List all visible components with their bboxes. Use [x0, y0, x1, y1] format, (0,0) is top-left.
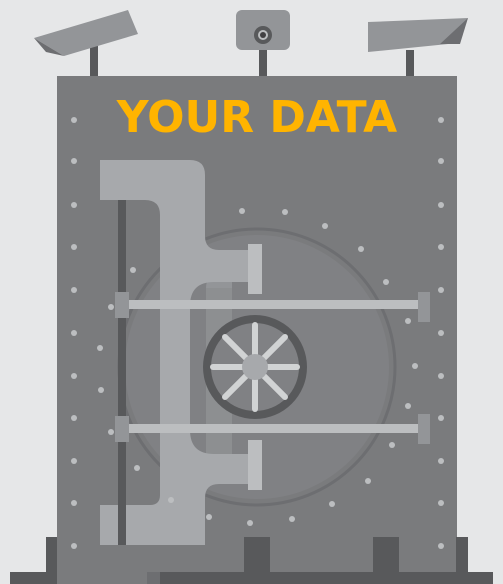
vault-wheel-icon [203, 315, 307, 419]
security-camera-icon [368, 18, 468, 78]
security-camera-icon [34, 10, 138, 78]
security-camera-icon [236, 10, 290, 78]
vault-illustration: YOUR DATA [0, 0, 503, 584]
vault-title: YOUR DATA [116, 92, 398, 143]
vault-graphic [10, 10, 493, 584]
